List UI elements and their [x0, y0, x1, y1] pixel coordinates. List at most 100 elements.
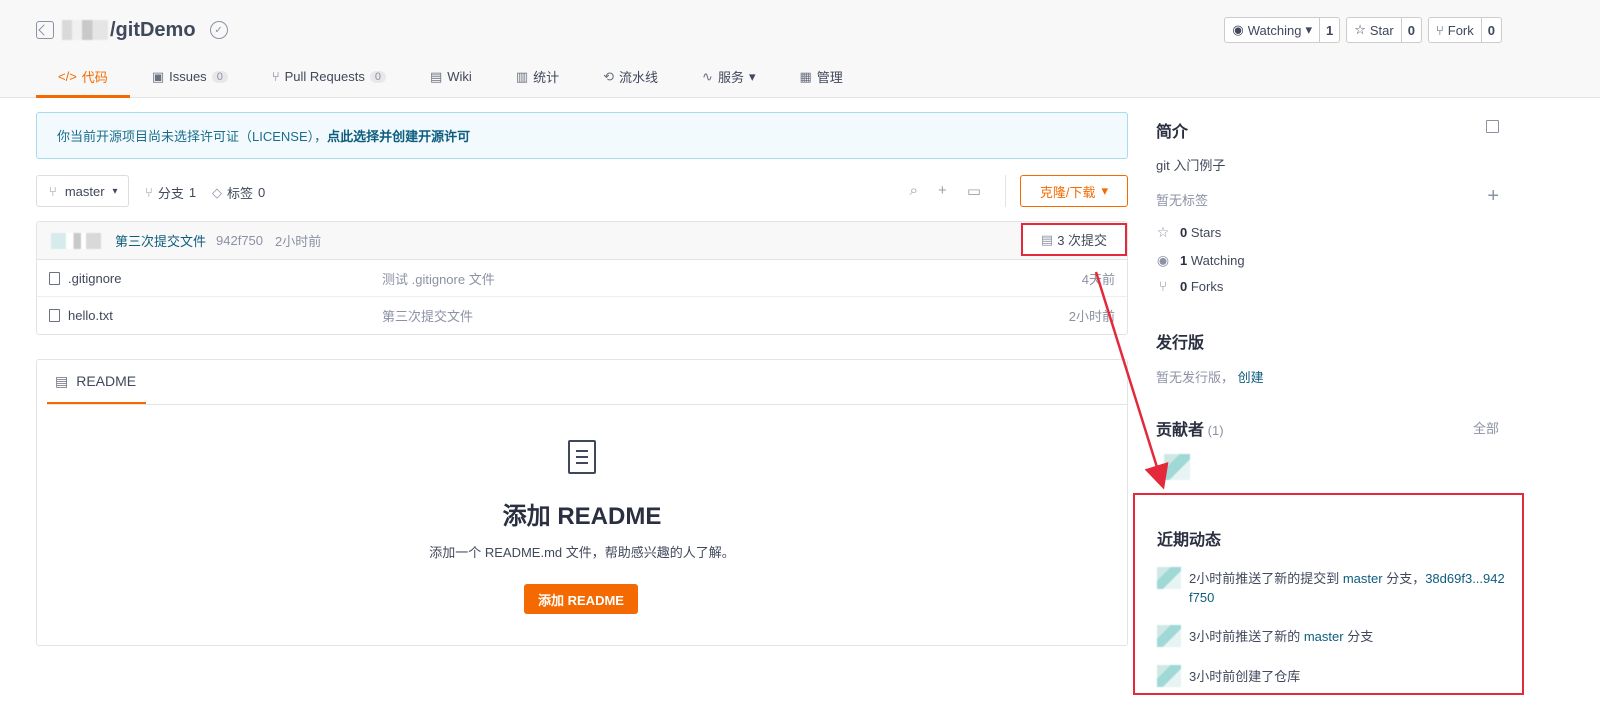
activity-title: 近期动态 — [1157, 532, 1222, 549]
watch-button[interactable]: ◉ Watching ▾ 1 — [1224, 17, 1341, 43]
user-avatar[interactable] — [1157, 567, 1181, 589]
contributors-header: 贡献者 (1) — [1156, 416, 1224, 440]
all-contributors-link[interactable]: 全部 — [1473, 418, 1499, 437]
license-notice: 你当前开源项目尚未选择许可证（LICENSE）， 点此选择并创建开源许可 — [36, 112, 1128, 159]
readme-document-icon — [568, 440, 596, 474]
branch-icon: ⑂ — [145, 185, 153, 200]
user-avatar[interactable] — [1157, 665, 1181, 687]
branch-select[interactable]: ⑂ master ▾ — [36, 175, 129, 207]
file-time: 4天前 — [1081, 271, 1115, 287]
commit-count-link[interactable]: ▤ 3 次提交 — [1021, 223, 1127, 256]
plus-icon[interactable]: + — [938, 182, 947, 200]
readme-description: 添加一个 README.md 文件，帮助感兴趣的人了解。 — [429, 545, 735, 560]
branch-link[interactable]: master — [1343, 571, 1383, 586]
file-time: 2小时前 — [1068, 309, 1115, 324]
chevron-down-icon: ▾ — [748, 68, 756, 84]
fork-icon: ⑂ — [1435, 22, 1444, 38]
owner-name-blurred[interactable] — [62, 20, 108, 40]
branch-name: master — [64, 183, 105, 199]
fork-icon: ⑂ — [1158, 278, 1168, 294]
file-commit-message[interactable]: 测试 .gitignore 文件 — [382, 269, 495, 288]
repo-actions: ◉ Watching ▾ 1 ☆ Star 0 ⑂ Fork 0 — [1224, 17, 1502, 43]
stars-stat[interactable]: ☆ 0 Stars — [1156, 224, 1221, 241]
wiki-icon: ▤ — [429, 68, 443, 84]
forks-stat[interactable]: ⑂ 0 Forks — [1156, 278, 1224, 294]
eye-icon: ◉ — [1156, 252, 1170, 268]
file-row[interactable]: hello.txt 第三次提交文件 2小时前 — [37, 297, 1127, 334]
commit-list-icon: ▤ — [1040, 231, 1054, 247]
contributors-title: 贡献者 — [1156, 422, 1205, 439]
tab-manage[interactable]: ▦ 管理 — [778, 58, 865, 98]
contributor-avatar[interactable] — [1164, 454, 1190, 480]
choose-license-link[interactable]: 点此选择并创建开源许可 — [327, 126, 470, 145]
file-icon — [49, 309, 60, 322]
commit-hash[interactable]: 942f750 — [216, 233, 263, 248]
tag-icon: ◇ — [212, 184, 222, 200]
chevron-down-icon: ▾ — [1101, 183, 1109, 198]
star-button[interactable]: ☆ Star 0 — [1346, 17, 1422, 43]
pull-request-icon: ⑂ — [271, 69, 280, 84]
document-icon: ▤ — [55, 372, 69, 389]
file-commit-message[interactable]: 第三次提交文件 — [382, 306, 473, 325]
tab-issues[interactable]: ▣ Issues 0 — [130, 58, 250, 98]
file-row[interactable]: .gitignore 测试 .gitignore 文件 4天前 — [37, 260, 1127, 297]
issues-icon: ▣ — [151, 68, 165, 84]
activity-item: 2小时前推送了新的提交到 master 分支，38d69f3...942f750 — [1157, 567, 1507, 607]
commit-time: 2小时前 — [275, 234, 322, 249]
author-avatar-blurred[interactable] — [51, 232, 101, 249]
pr-count: 0 — [369, 70, 386, 83]
repo-tabs: </> 代码 ▣ Issues 0 ⑂ Pull Requests 0 ▤ Wiki ▥ 统计… — [36, 58, 865, 98]
toolbar-icons: ⌕ + ▭ — [910, 182, 981, 200]
tab-wiki[interactable]: ▤ Wiki — [408, 58, 494, 98]
user-avatar[interactable] — [1157, 625, 1181, 647]
repo-icon — [36, 21, 54, 39]
star-icon: ☆ — [1354, 22, 1366, 37]
license-notice-text: 你当前开源项目尚未选择许可证（LICENSE）， — [57, 129, 328, 144]
activity-item: 3小时前创建了仓库 — [1157, 665, 1507, 687]
commit-message-link[interactable]: 第三次提交文件 — [115, 231, 206, 250]
fork-button[interactable]: ⑂ Fork 0 — [1427, 17, 1502, 43]
services-icon: ∿ — [702, 68, 713, 84]
no-tags-text: 暂无标签 — [1156, 193, 1209, 208]
create-release-link[interactable]: 创建 — [1238, 370, 1264, 385]
readme-panel: ▤ README 添加 README 添加一个 README.md 文件，帮助感… — [36, 359, 1128, 646]
chevron-down-icon: ▾ — [112, 185, 118, 197]
latest-commit-row: 第三次提交文件 942f750 2小时前 ▤ 3 次提交 — [37, 222, 1127, 260]
branches-link[interactable]: ⑂ 分支 1 — [145, 183, 196, 202]
file-list: 第三次提交文件 942f750 2小时前 ▤ 3 次提交 .gitignore … — [36, 221, 1128, 335]
edit-icon[interactable] — [1486, 120, 1499, 133]
tags-link[interactable]: ◇ 标签 0 — [212, 183, 265, 202]
recommend-badge-icon: ✓ — [209, 21, 228, 39]
add-tag-icon[interactable]: + — [1487, 186, 1499, 206]
file-name[interactable]: .gitignore — [68, 271, 121, 286]
readme-heading: 添加 README — [502, 503, 662, 530]
repo-name[interactable]: /gitDemo — [110, 19, 196, 42]
toolbar-divider — [1005, 175, 1006, 207]
tab-code[interactable]: </> 代码 — [36, 58, 130, 98]
clone-download-button[interactable]: 克隆/下载 ▾ — [1020, 175, 1128, 207]
tab-services[interactable]: ∿ 服务 ▾ — [680, 58, 777, 98]
tab-stats[interactable]: ▥ 统计 — [494, 58, 581, 98]
watching-stat[interactable]: ◉ 1 Watching — [1156, 252, 1245, 269]
tab-pull-requests[interactable]: ⑂ Pull Requests 0 — [250, 58, 408, 98]
star-count[interactable]: 0 — [1400, 18, 1421, 42]
eye-icon: ◉ — [1232, 22, 1244, 37]
search-icon[interactable]: ⌕ — [910, 182, 918, 200]
manage-icon: ▦ — [799, 68, 812, 84]
readme-tab[interactable]: ▤ README — [47, 360, 146, 404]
add-readme-button[interactable]: 添加 README — [524, 584, 638, 614]
monitor-icon[interactable]: ▭ — [967, 182, 981, 200]
activity-item: 3小时前推送了新的 master 分支 — [1157, 625, 1507, 647]
watch-count[interactable]: 1 — [1318, 18, 1339, 42]
stats-icon: ▥ — [515, 68, 529, 84]
repo-toolbar: ⑂ master ▾ ⑂ 分支 1 ◇ 标签 0 ⌕ + ▭ 克隆/下载 ▾ — [36, 175, 1128, 207]
fork-count[interactable]: 0 — [1480, 18, 1501, 42]
chevron-down-icon: ▾ — [1305, 22, 1312, 37]
issues-count: 0 — [211, 70, 228, 83]
intro-title: 简介 — [1156, 124, 1189, 141]
release-title: 发行版 — [1156, 335, 1205, 352]
tab-pipeline[interactable]: ⟲ 流水线 — [581, 58, 680, 98]
branch-link[interactable]: master — [1304, 629, 1344, 644]
repo-description: git 入门例子 — [1156, 158, 1226, 173]
file-name[interactable]: hello.txt — [68, 308, 113, 323]
